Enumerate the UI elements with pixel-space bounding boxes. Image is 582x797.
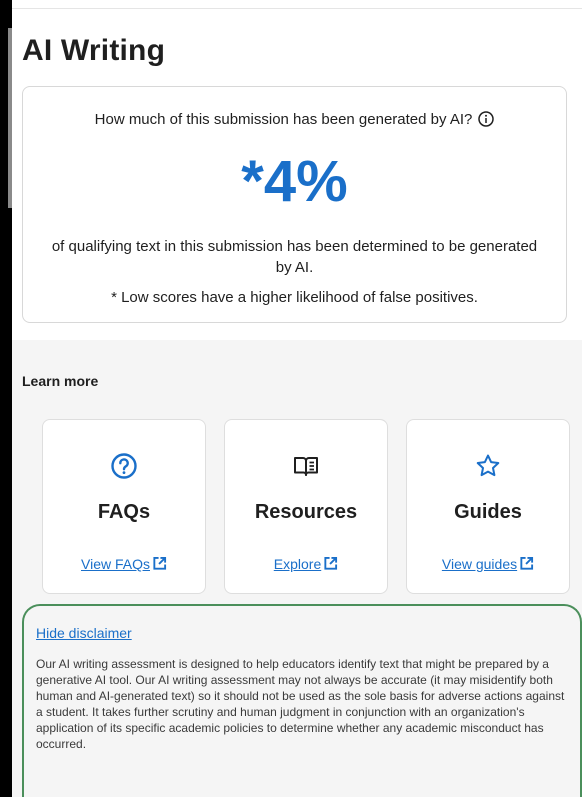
ai-score-card: How much of this submission has been gen…	[22, 86, 567, 323]
view-faqs-link-text[interactable]: View FAQs	[81, 556, 150, 572]
score-description: of qualifying text in this submission ha…	[51, 238, 538, 276]
star-icon	[407, 452, 569, 480]
learn-more-title: Learn more	[22, 373, 99, 389]
info-circle-icon[interactable]	[478, 111, 495, 127]
hide-disclaimer-link[interactable]: Hide disclaimer	[36, 625, 132, 641]
panel-top-edge	[12, 0, 582, 9]
false-positive-note: * Low scores have a higher likelihood of…	[111, 289, 478, 306]
left-edge	[0, 0, 8, 797]
resources-card-label: Resources	[254, 501, 358, 523]
external-link-icon	[519, 556, 534, 571]
faqs-card: FAQs View FAQs	[42, 419, 206, 594]
score-question: How much of this submission has been gen…	[23, 111, 566, 128]
external-link-icon	[323, 556, 338, 571]
score-question-text: How much of this submission has been gen…	[94, 111, 473, 128]
view-guides-link-text[interactable]: View guides	[442, 556, 517, 572]
view-faqs-link[interactable]: View FAQs	[43, 556, 205, 572]
disclaimer-text: Our AI writing assessment is designed to…	[36, 657, 565, 751]
open-book-icon	[225, 452, 387, 480]
ai-score-value: *4%	[241, 149, 348, 214]
resources-card: Resources Explore	[224, 419, 388, 594]
question-circle-icon	[43, 452, 205, 480]
external-link-icon	[152, 556, 167, 571]
explore-link[interactable]: Explore	[225, 556, 387, 572]
guides-card: Guides View guides	[406, 419, 570, 594]
faqs-card-label: FAQs	[97, 501, 151, 523]
page-title: AI Writing	[22, 34, 166, 67]
explore-link-text[interactable]: Explore	[274, 556, 321, 572]
guides-card-label: Guides	[454, 501, 522, 523]
view-guides-link[interactable]: View guides	[407, 556, 569, 572]
disclaimer-box: Hide disclaimer Our AI writing assessmen…	[22, 604, 582, 797]
